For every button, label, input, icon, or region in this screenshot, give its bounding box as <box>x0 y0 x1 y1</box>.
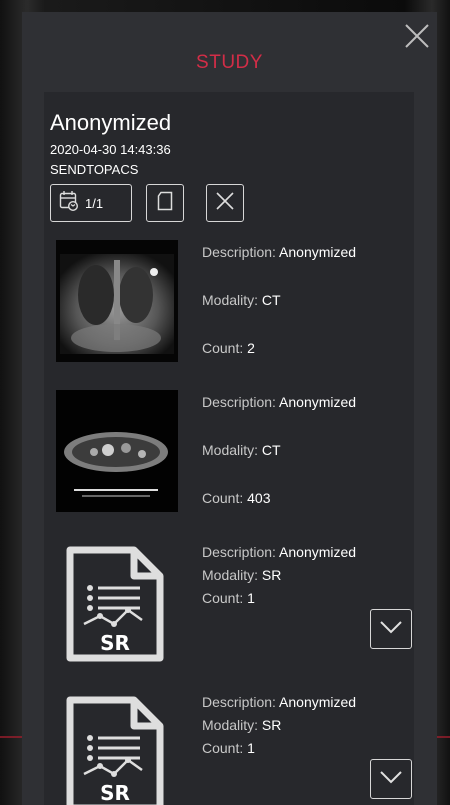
study-destination: SENDTOPACS <box>50 162 139 177</box>
date-range-button[interactable]: 1/1 <box>50 184 132 222</box>
expand-button[interactable] <box>370 759 412 799</box>
date-range-label: 1/1 <box>85 195 104 211</box>
series-count: Count: 403 <box>202 490 271 506</box>
series-modality: Modality: SR <box>202 567 282 583</box>
series-modality: Modality: CT <box>202 442 281 458</box>
series-count: Count: 1 <box>202 590 255 606</box>
chest-xray-image <box>56 240 178 362</box>
series-item[interactable]: SR Description: Anonymized Modality: SR … <box>56 540 412 665</box>
sr-document-icon: SR <box>56 690 178 805</box>
series-description: Description: Anonymized <box>202 394 357 410</box>
ct-axial-image <box>56 390 178 512</box>
copy-icon <box>156 191 174 216</box>
study-name: Anonymized <box>50 110 172 135</box>
series-description: Description: Anonymized <box>202 544 357 560</box>
chevron-down-icon <box>379 770 403 789</box>
panel-title: STUDY <box>196 52 263 73</box>
svg-text:SR: SR <box>100 781 130 805</box>
study-panel: STUDY Anonymized 2020-04-30 14:43:36 SEN… <box>22 12 437 805</box>
series-description: Description: Anonymized <box>202 694 357 710</box>
close-icon[interactable] <box>403 22 431 50</box>
series-item[interactable]: Description: Anonymized Modality: CT Cou… <box>56 390 406 512</box>
series-item[interactable]: SR Description: Anonymized Modality: SR … <box>56 690 412 805</box>
series-count: Count: 2 <box>202 340 255 356</box>
series-modality: Modality: CT <box>202 292 281 308</box>
series-count: Count: 1 <box>202 740 255 756</box>
copy-button[interactable] <box>146 184 184 222</box>
series-modality: Modality: SR <box>202 717 282 733</box>
calendar-refresh-icon <box>59 190 79 217</box>
study-date: 2020-04-30 14:43:36 <box>50 142 171 157</box>
close-icon <box>214 190 236 217</box>
chevron-down-icon <box>379 620 403 639</box>
svg-text:SR: SR <box>100 631 130 655</box>
series-item[interactable]: Description: Anonymized Modality: CT Cou… <box>56 240 406 362</box>
delete-button[interactable] <box>206 184 244 222</box>
series-description: Description: Anonymized <box>202 244 357 260</box>
study-card: Anonymized 2020-04-30 14:43:36 SENDTOPAC… <box>44 92 414 805</box>
expand-button[interactable] <box>370 609 412 649</box>
sr-document-icon: SR <box>56 540 178 662</box>
